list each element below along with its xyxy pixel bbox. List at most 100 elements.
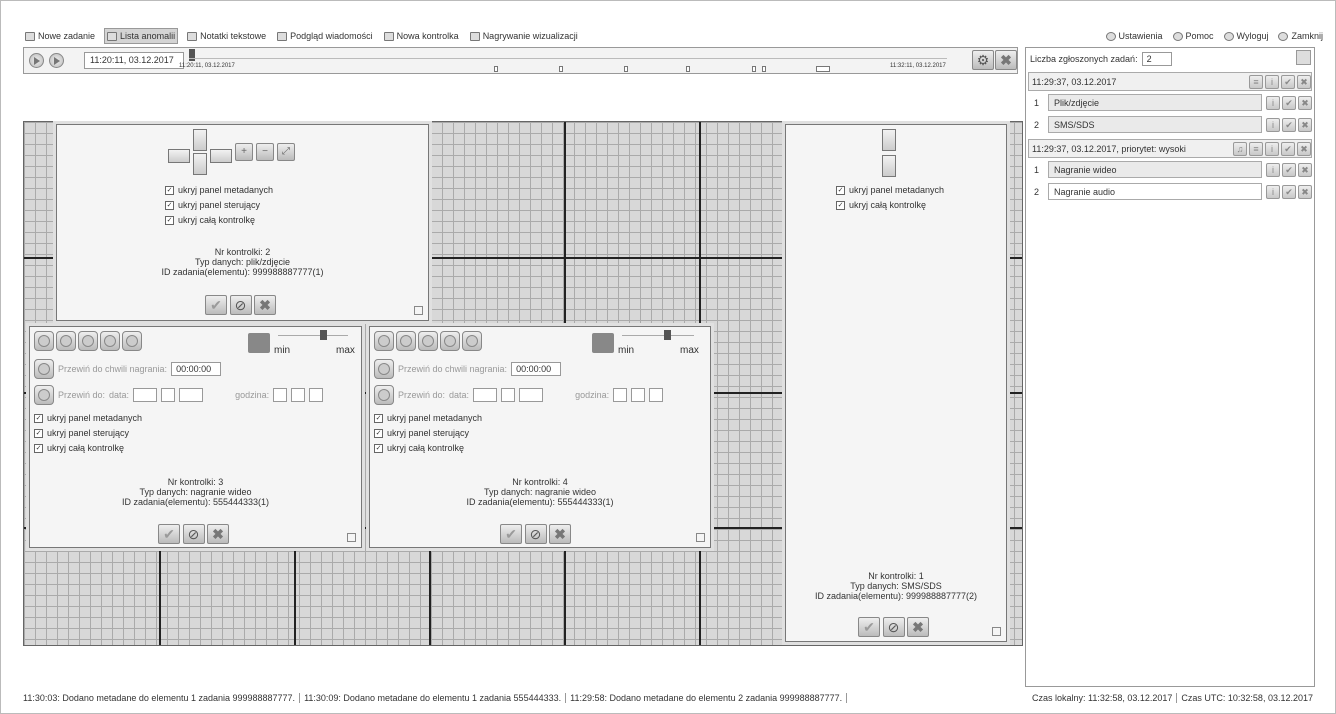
- pause-icon[interactable]: [100, 331, 120, 351]
- arrow-up-icon[interactable]: [882, 129, 896, 151]
- resize-icon[interactable]: [414, 306, 423, 315]
- stop-icon[interactable]: [56, 331, 76, 351]
- control-panel-4[interactable]: min max Przewiń do chwili nagrania: 00:0…: [369, 326, 711, 548]
- accept-button[interactable]: ✔: [500, 524, 522, 544]
- pause-button[interactable]: [49, 53, 64, 68]
- play-icon[interactable]: [418, 331, 438, 351]
- task-item[interactable]: 2 Nagranie audio i ✔ ✖: [1028, 182, 1312, 201]
- menu-logout[interactable]: Wyloguj: [1222, 28, 1271, 44]
- reject-button[interactable]: ⊘: [182, 524, 205, 544]
- play-button[interactable]: [29, 53, 44, 68]
- close-button[interactable]: ✖: [549, 524, 572, 544]
- hide-all-checkbox[interactable]: ✓ ukryj całą kontrolkę: [165, 215, 273, 225]
- hide-meta-checkbox[interactable]: ✓ ukryj panel metadanych: [165, 185, 273, 195]
- reject-button[interactable]: ⊘: [882, 617, 905, 637]
- timeline-current-time[interactable]: 11:20:11, 03.12.2017: [84, 52, 184, 69]
- hide-all-checkbox[interactable]: ✓ ukryj całą kontrolkę: [34, 443, 142, 453]
- timeline-cursor[interactable]: [189, 49, 195, 61]
- menu-help[interactable]: Pomoc: [1171, 28, 1216, 44]
- zoom-fit-icon[interactable]: ⤢: [277, 143, 295, 161]
- check-icon[interactable]: ✔: [1281, 141, 1295, 156]
- timeline-close-button[interactable]: ✖: [995, 50, 1017, 70]
- menu-new-task[interactable]: Nowe zadanie: [23, 28, 97, 44]
- accept-button[interactable]: ✔: [858, 617, 880, 637]
- rewind-icon[interactable]: [34, 331, 54, 351]
- hide-control-checkbox[interactable]: ✓ ukryj panel sterujący: [374, 428, 482, 438]
- volume-slider-knob[interactable]: [664, 330, 671, 340]
- menu-settings[interactable]: Ustawienia: [1104, 28, 1165, 44]
- task-item[interactable]: 1 Nagranie wideo i ✔ ✖: [1028, 160, 1312, 179]
- seek-time-input[interactable]: 00:00:00: [511, 362, 562, 376]
- resize-icon[interactable]: [696, 533, 705, 542]
- zoom-in-icon[interactable]: +: [235, 143, 253, 161]
- month-input[interactable]: [501, 388, 516, 402]
- hour-input[interactable]: [273, 388, 288, 402]
- timeline-settings-button[interactable]: ⚙: [972, 50, 994, 70]
- seek-icon[interactable]: [34, 385, 54, 405]
- control-panel-1[interactable]: ✓ ukryj panel metadanych ✓ ukryj całą kont…: [785, 124, 1007, 642]
- arrow-left-icon[interactable]: [168, 149, 190, 163]
- month-input[interactable]: [161, 388, 176, 402]
- task-group-header[interactable]: 11:29:37, 03.12.2017 ≡ i ✔ ✖: [1028, 72, 1312, 91]
- timeline-marker[interactable]: [559, 66, 563, 72]
- stop-icon[interactable]: [396, 331, 416, 351]
- control-panel-2[interactable]: + − ⤢ ✓ ukryj panel metadanych ✓ ukryj pan…: [56, 124, 429, 321]
- reject-button[interactable]: ⊘: [229, 295, 252, 315]
- volume-icon[interactable]: [248, 333, 270, 353]
- task-item[interactable]: 2 SMS/SDS i ✔ ✖: [1028, 115, 1312, 134]
- pause-icon[interactable]: [440, 331, 460, 351]
- volume-slider[interactable]: [278, 335, 348, 336]
- hide-meta-checkbox[interactable]: ✓ ukryj panel metadanych: [836, 185, 944, 195]
- volume-icon[interactable]: [592, 333, 614, 353]
- zoom-out-icon[interactable]: −: [256, 143, 274, 161]
- menu-anomaly-list[interactable]: Lista anomalii: [104, 28, 179, 44]
- play-icon[interactable]: [78, 331, 98, 351]
- day-select[interactable]: [179, 388, 204, 402]
- hide-meta-checkbox[interactable]: ✓ ukryj panel metadanych: [374, 413, 482, 423]
- seek-icon[interactable]: [34, 359, 54, 379]
- info-icon[interactable]: i: [1266, 184, 1280, 199]
- info-icon[interactable]: i: [1266, 95, 1280, 110]
- hide-all-checkbox[interactable]: ✓ ukryj całą kontrolkę: [374, 443, 482, 453]
- check-icon[interactable]: ✔: [1282, 95, 1296, 110]
- close-icon[interactable]: ✖: [1297, 141, 1311, 156]
- minute-input[interactable]: [291, 388, 306, 402]
- close-icon[interactable]: ✖: [1298, 117, 1312, 132]
- timeline-marker[interactable]: [686, 66, 690, 72]
- resize-icon[interactable]: [347, 533, 356, 542]
- timeline-marker[interactable]: [762, 66, 766, 72]
- seek-icon[interactable]: [374, 359, 394, 379]
- task-item[interactable]: 1 Plik/zdjęcie i ✔ ✖: [1028, 93, 1312, 112]
- seek-time-input[interactable]: 00:00:00: [171, 362, 222, 376]
- close-icon[interactable]: ✖: [1298, 162, 1312, 177]
- check-icon[interactable]: ✔: [1282, 162, 1296, 177]
- arrow-down-icon[interactable]: [193, 153, 207, 175]
- arrow-up-icon[interactable]: [193, 129, 207, 151]
- info-icon[interactable]: i: [1266, 162, 1280, 177]
- list-icon[interactable]: ≡: [1249, 141, 1263, 156]
- check-icon[interactable]: ✔: [1281, 74, 1295, 89]
- task-group-header[interactable]: 11:29:37, 03.12.2017, priorytet: wysoki …: [1028, 139, 1312, 158]
- list-icon[interactable]: ≡: [1249, 74, 1263, 89]
- close-button[interactable]: ✖: [207, 524, 230, 544]
- timeline-marker[interactable]: [494, 66, 498, 72]
- second-input[interactable]: [309, 388, 324, 402]
- volume-slider[interactable]: [622, 335, 694, 336]
- info-icon[interactable]: i: [1266, 117, 1280, 132]
- close-button[interactable]: ✖: [254, 295, 277, 315]
- menu-text-notes[interactable]: Notatki tekstowe: [185, 28, 268, 44]
- year-input[interactable]: [133, 388, 158, 402]
- volume-slider-knob[interactable]: [320, 330, 327, 340]
- timeline-marker[interactable]: [816, 66, 830, 72]
- reject-button[interactable]: ⊘: [524, 524, 547, 544]
- close-button[interactable]: ✖: [907, 617, 930, 637]
- check-icon[interactable]: ✔: [1282, 184, 1296, 199]
- resize-icon[interactable]: [992, 627, 1001, 636]
- menu-close[interactable]: Zamknij: [1276, 28, 1325, 44]
- menu-new-control[interactable]: Nowa kontrolka: [382, 28, 461, 44]
- forward-icon[interactable]: [462, 331, 482, 351]
- minute-input[interactable]: [631, 388, 646, 402]
- hide-all-checkbox[interactable]: ✓ ukryj całą kontrolkę: [836, 200, 944, 210]
- menu-message-preview[interactable]: Podgląd wiadomości: [275, 28, 375, 44]
- accept-button[interactable]: ✔: [158, 524, 180, 544]
